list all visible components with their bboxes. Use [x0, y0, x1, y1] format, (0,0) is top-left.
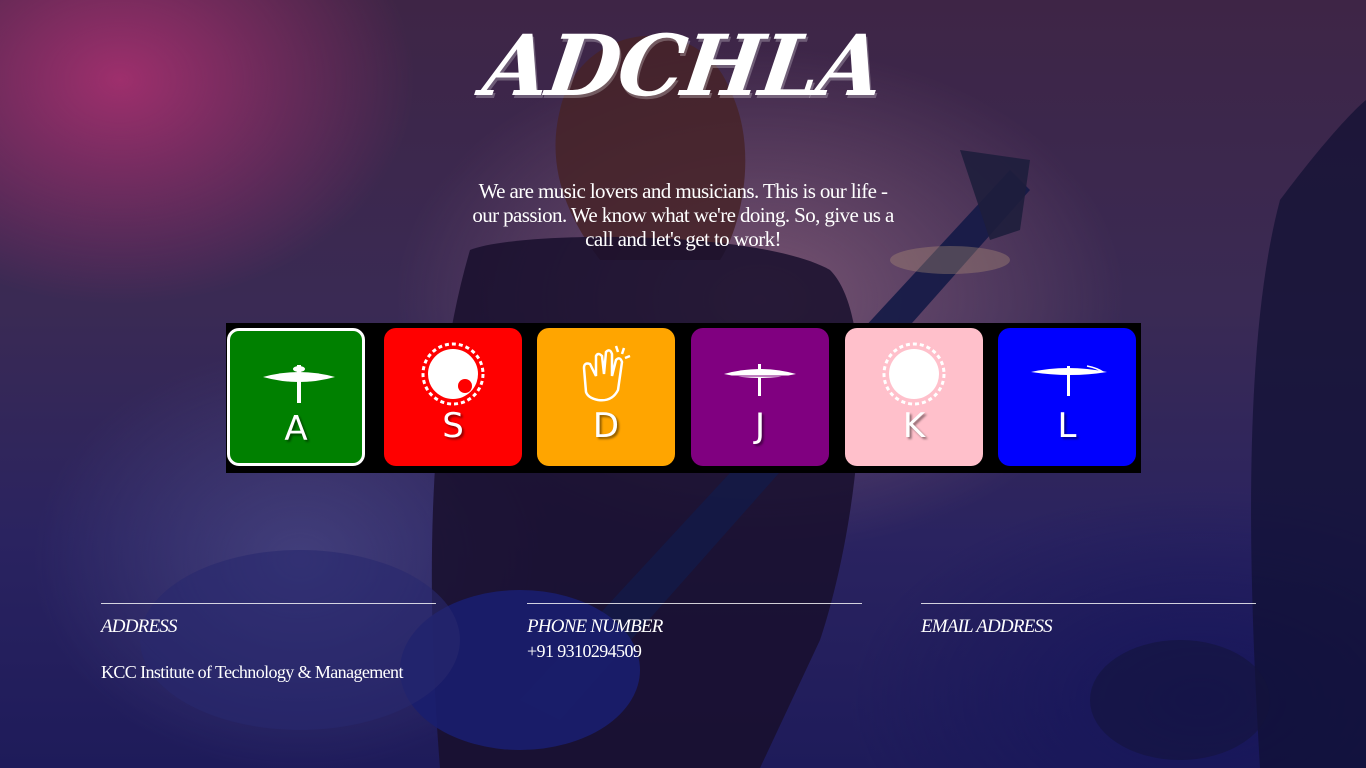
cymbal-icon — [724, 364, 796, 396]
divider — [527, 603, 862, 604]
drum-pad-key-label: S — [442, 406, 464, 446]
email-label: EMAIL ADDRESS — [921, 616, 1053, 637]
drum-pad-d[interactable]: D — [537, 328, 675, 466]
footer-email: EMAIL ADDRESS — [921, 603, 1256, 640]
drum-pad-key-label: J — [754, 406, 766, 446]
drum-pad-strip: A S D J K L — [226, 323, 1141, 473]
hihat-icon — [263, 365, 335, 403]
drum-pad-key-label: D — [592, 406, 620, 446]
drum-pad-j[interactable]: J — [691, 328, 829, 466]
drum-icon — [882, 342, 946, 406]
drum-pad-key-label: K — [902, 406, 926, 446]
divider — [101, 603, 436, 604]
drum-pad-key-label: A — [284, 409, 308, 449]
footer-phone: PHONE NUMBER +91 9310294509 — [527, 603, 862, 662]
snare-drum-icon — [421, 342, 485, 406]
divider — [921, 603, 1256, 604]
crash-cymbal-icon — [1031, 365, 1107, 396]
drum-pad-l[interactable]: L — [998, 328, 1136, 466]
drum-pad-k[interactable]: K — [845, 328, 983, 466]
footer-address: ADDRESS KCC Institute of Technology & Ma… — [101, 603, 436, 683]
drum-pad-a[interactable]: A — [227, 328, 365, 466]
tagline: We are music lovers and musicians. This … — [472, 179, 894, 251]
site-logo-title: ADCHLA — [477, 16, 889, 115]
clap-icon — [582, 345, 631, 402]
phone-value[interactable]: +91 9310294509 — [527, 640, 862, 662]
phone-label: PHONE NUMBER — [527, 616, 663, 637]
drum-pad-key-label: L — [1057, 406, 1077, 446]
address-value: KCC Institute of Technology & Management — [101, 662, 403, 682]
address-label: ADDRESS — [101, 616, 177, 637]
drum-pad-s[interactable]: S — [384, 328, 522, 466]
